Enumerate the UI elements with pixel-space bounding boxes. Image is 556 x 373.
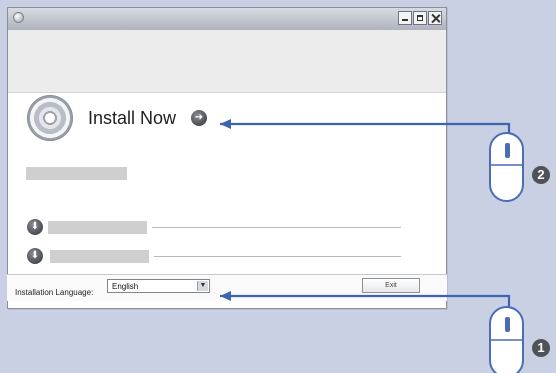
option-one-divider [152, 227, 401, 228]
arrow-down-icon: ⬇ [30, 221, 40, 232]
chevron-down-icon[interactable]: ▼ [197, 281, 208, 291]
option-one-button[interactable]: ⬇ [27, 219, 43, 235]
arrow-right-icon: ➔ [194, 112, 204, 123]
option-two-button[interactable]: ⬇ [27, 248, 43, 264]
installer-window [7, 7, 447, 309]
install-now-button[interactable]: ➔ [191, 110, 207, 126]
redacted-text-bar [26, 167, 127, 180]
step-one-badge: 1 [532, 339, 550, 357]
arrow-down-icon: ⬇ [30, 250, 40, 261]
minimize-button[interactable] [398, 11, 412, 25]
installation-language-label: Installation Language: [15, 288, 94, 297]
option-two-text-bar [50, 250, 149, 263]
mouse-icon [489, 306, 524, 373]
maximize-button[interactable] [413, 11, 427, 25]
option-one-text-bar [48, 221, 147, 234]
page: Install Now ➔ ⬇ ⬇ Installation Language:… [0, 0, 556, 373]
step-two-badge: 2 [532, 166, 550, 184]
language-select-value: English [112, 282, 139, 291]
option-two-divider [154, 256, 401, 257]
exit-button[interactable]: Exit [362, 278, 420, 293]
header-band [8, 30, 446, 93]
mouse-icon [489, 132, 524, 202]
install-now-label[interactable]: Install Now [88, 108, 176, 129]
disc-icon [27, 95, 73, 141]
title-bar[interactable] [8, 8, 446, 31]
close-button[interactable] [428, 11, 442, 25]
window-controls [398, 11, 442, 25]
app-icon [13, 12, 24, 23]
language-select[interactable]: English ▼ [107, 279, 210, 293]
